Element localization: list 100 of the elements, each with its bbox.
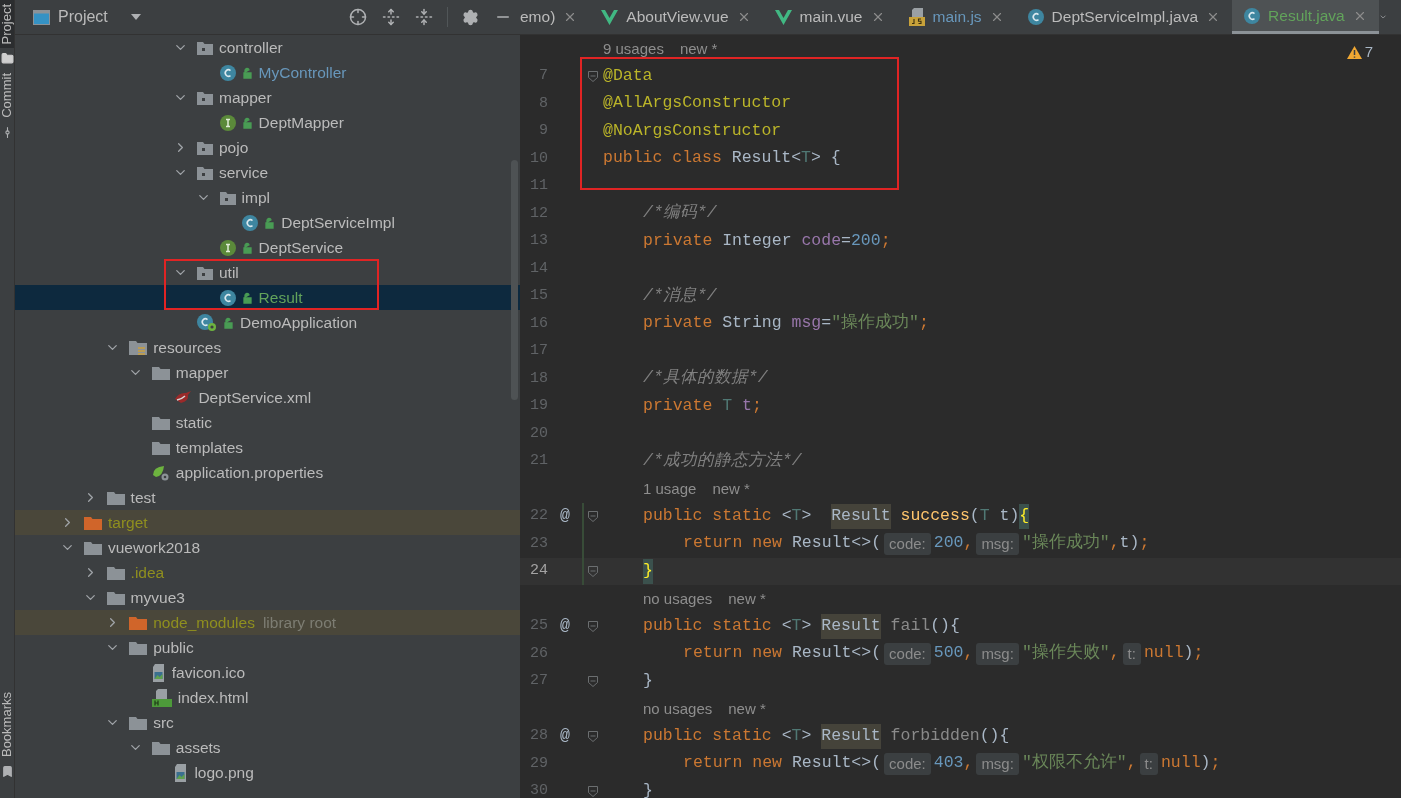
line-number: 17 <box>529 341 548 361</box>
locate-icon[interactable] <box>349 8 367 26</box>
folder-icon <box>151 440 170 455</box>
dropdown-caret-icon[interactable] <box>129 13 142 21</box>
gutter-marker[interactable]: @ <box>560 503 570 529</box>
editor-tab[interactable]: AboutView.vue <box>589 0 763 34</box>
editor-tab[interactable]: DeptServiceImpl.java <box>1015 0 1233 34</box>
change-marker[interactable] <box>582 502 584 530</box>
resources-folder-icon <box>129 339 148 356</box>
tree-item-label: myvue3 <box>130 588 185 607</box>
parameter-hint: msg: <box>976 642 1019 665</box>
tree-row[interactable]: assets <box>15 735 520 760</box>
tree-row[interactable]: DeptMapper <box>15 110 520 135</box>
fold-marker-icon[interactable] <box>588 785 598 797</box>
gutter-marker[interactable]: @ <box>560 723 570 749</box>
usages-hint[interactable]: no usages <box>643 697 713 720</box>
code-token: , <box>963 642 974 665</box>
line-number: 9 <box>538 121 548 141</box>
fold-marker-icon[interactable] <box>588 510 598 522</box>
tree-row[interactable]: MyController <box>15 60 520 85</box>
settings-icon[interactable] <box>462 8 479 26</box>
tree-row[interactable]: mapper <box>15 85 520 110</box>
tree-row[interactable]: DemoApplication <box>15 310 520 335</box>
tree-row[interactable]: util <box>15 260 520 285</box>
line-number: 22 <box>529 506 548 526</box>
tree-row[interactable]: pojo <box>15 135 520 160</box>
tool-window-tab[interactable]: Commit <box>0 69 14 123</box>
scrollbar[interactable] <box>511 160 518 400</box>
tree-row[interactable]: vuework2018 <box>15 535 520 560</box>
parameter-hint: code: <box>884 642 931 665</box>
code-token: "操作成功" <box>1021 532 1110 555</box>
code-token: Result <box>821 723 881 749</box>
panel-title[interactable]: Project <box>58 5 108 29</box>
code-token: > <box>801 614 813 637</box>
folder-icon <box>151 740 170 755</box>
tree-row[interactable]: logo.png <box>15 760 520 785</box>
editor-tab[interactable]: main.vue <box>762 0 897 34</box>
tree-row[interactable]: DeptService <box>15 235 520 260</box>
tree-row[interactable]: templates <box>15 435 520 460</box>
tree-row[interactable]: application.properties <box>15 460 520 485</box>
js-file-icon <box>908 8 925 26</box>
tree-row[interactable]: service <box>15 160 520 185</box>
fold-marker-icon[interactable] <box>588 730 598 742</box>
tree-row[interactable]: DeptService.xml <box>15 385 520 410</box>
tree-row[interactable]: favicon.ico <box>15 660 520 685</box>
line-number: 26 <box>529 643 548 664</box>
tool-window-tab[interactable]: Project <box>0 0 14 49</box>
fold-marker-icon[interactable] <box>588 675 598 687</box>
tree-row[interactable]: .idea <box>15 560 520 585</box>
usages-hint[interactable]: 1 usage <box>643 477 697 500</box>
tree-item-note: library root <box>262 612 337 633</box>
code-token: "操作失败" <box>1021 642 1110 665</box>
tree-item-label: index.html <box>177 688 249 707</box>
usages-hint[interactable]: no usages <box>643 587 713 610</box>
tree-row[interactable]: test <box>15 485 520 510</box>
folder-icon <box>129 615 148 630</box>
collapse-all-icon[interactable] <box>415 8 433 26</box>
warning-icon[interactable] <box>1346 45 1362 59</box>
expand-all-icon[interactable] <box>382 8 400 26</box>
tab-label: main.vue <box>799 7 863 28</box>
code-token: } <box>643 779 653 798</box>
tool-window-tab[interactable]: Bookmarks <box>0 687 14 761</box>
v-logo-icon <box>774 9 792 25</box>
code-token: "权限不允许" <box>1021 752 1127 775</box>
tree-row[interactable]: myvue3 <box>15 585 520 610</box>
gutter-marker[interactable]: @ <box>560 613 570 639</box>
tree-row[interactable]: mapper <box>15 360 520 385</box>
code-token: public static <box>643 504 773 527</box>
author-hint: new * <box>712 478 750 499</box>
fold-marker-icon[interactable] <box>588 620 598 632</box>
tree-row[interactable]: controller <box>15 35 520 60</box>
line-number: 7 <box>538 66 548 86</box>
usages-hint[interactable]: 9 usages <box>603 37 664 60</box>
code-token: return new <box>683 532 784 555</box>
code-token: > <box>801 724 813 747</box>
line-number: 24 <box>529 561 548 581</box>
code-token: private <box>643 312 714 335</box>
author-hint: new * <box>679 38 718 59</box>
tree-row[interactable]: public <box>15 635 520 660</box>
tree-row[interactable]: DeptServiceImpl <box>15 210 520 235</box>
fold-marker-icon[interactable] <box>588 565 598 577</box>
editor-tab[interactable]: main.js <box>896 0 1016 34</box>
line-number: 23 <box>529 533 548 554</box>
v-logo-icon <box>601 9 619 25</box>
package-folder-icon <box>197 90 213 105</box>
tree-row[interactable]: static <box>15 410 520 435</box>
tree-row[interactable]: resources <box>15 335 520 360</box>
tree-item-label: MyController <box>258 63 347 82</box>
tree-row[interactable]: index.html <box>15 685 520 710</box>
tree-row[interactable]: impl <box>15 185 520 210</box>
tree-row[interactable]: Result <box>15 285 520 310</box>
tree-item-label: controller <box>219 38 283 57</box>
author-hint: new * <box>728 588 766 609</box>
change-marker[interactable] <box>582 530 584 558</box>
warning-count[interactable]: 7 <box>1364 41 1373 64</box>
fold-marker-icon[interactable] <box>588 70 598 82</box>
code-token: ) <box>1183 642 1194 665</box>
tree-row[interactable]: src <box>15 710 520 735</box>
tree-item-label: DeptService <box>258 238 344 257</box>
editor-tab[interactable]: emo) <box>520 0 590 34</box>
